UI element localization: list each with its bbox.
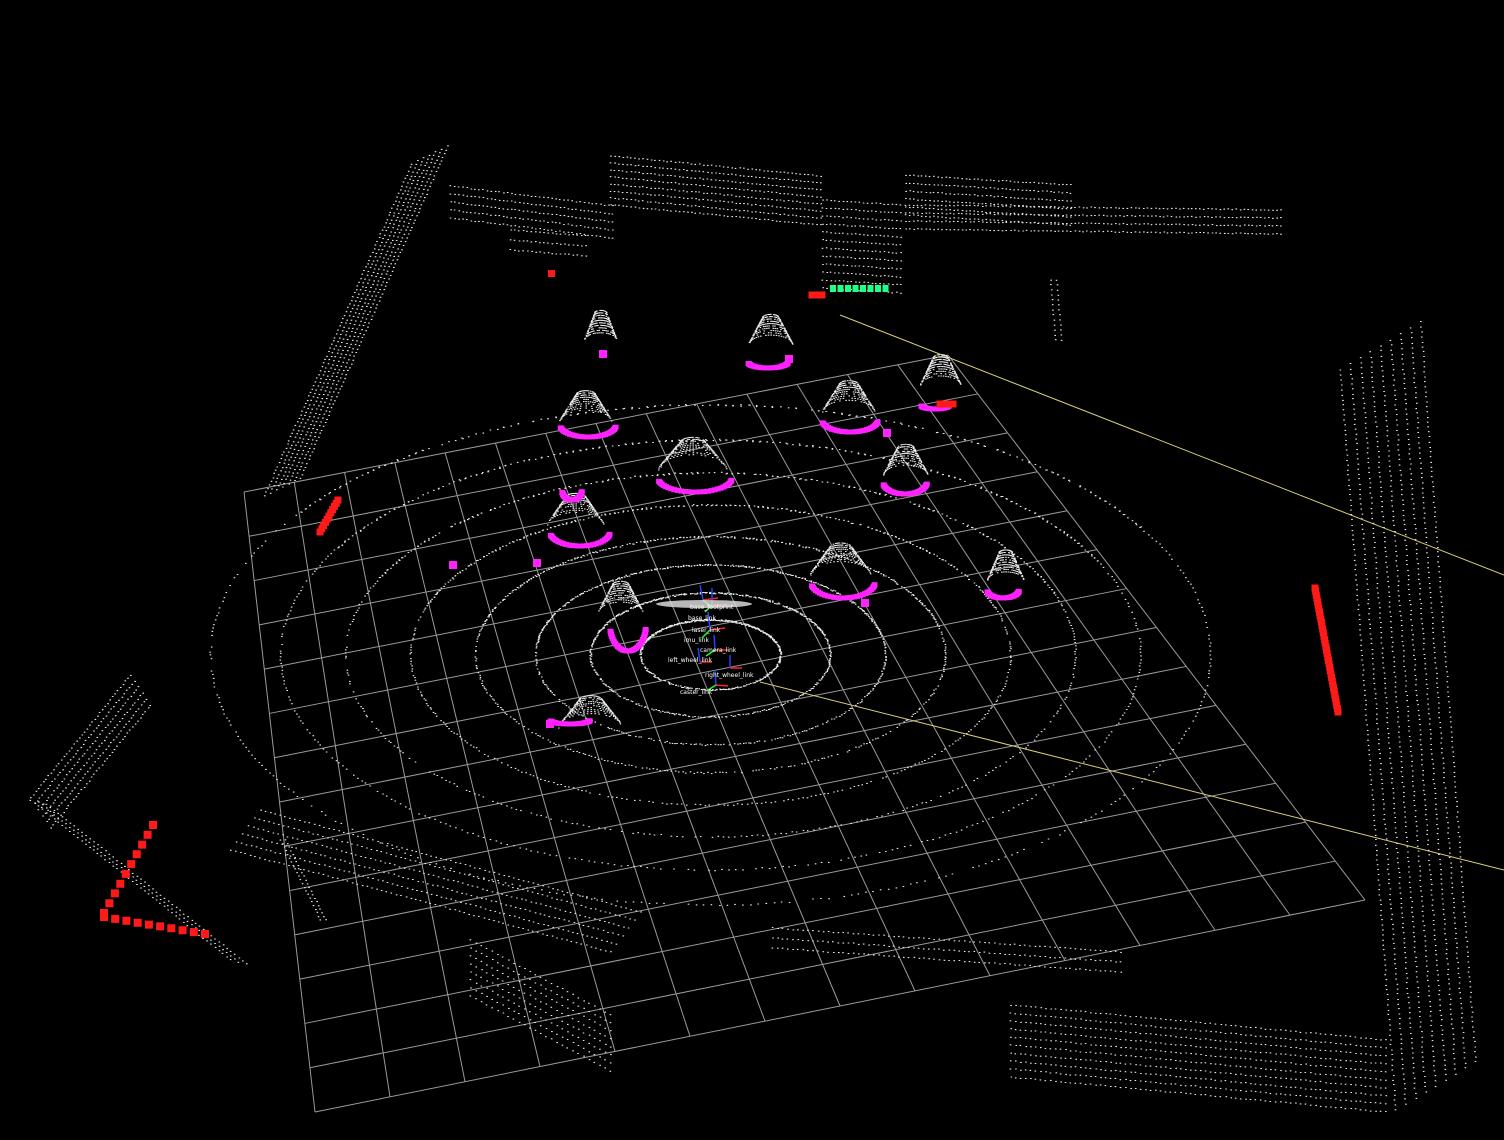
tf-axis: [715, 684, 729, 687]
grid-line: [299, 782, 1276, 980]
tf-frame-label: base_footprint: [690, 604, 734, 611]
tf-axis: [702, 597, 719, 601]
grid-line: [309, 860, 1336, 1069]
scene-canvas[interactable]: base_footprint base_link laser_link imu_lin…: [0, 0, 1504, 1140]
tf-frame-label: caster_link: [680, 689, 713, 696]
grid-line: [796, 384, 1141, 946]
grid-line: [294, 743, 1246, 936]
grid-line: [645, 413, 916, 992]
laser-scan-cloud: [29, 145, 1477, 1113]
tf-frame-label: right_wheel_link: [705, 672, 754, 679]
grid-line: [289, 704, 1217, 892]
grid-line: [314, 899, 1366, 1113]
3d-viewport[interactable]: base_footprint base_link laser_link imu_lin…: [0, 0, 1504, 1140]
grid-line: [947, 354, 1366, 901]
grid-line: [746, 393, 1066, 961]
ground-grid: [243, 354, 1366, 1113]
grid-line: [284, 665, 1187, 847]
tf-frame-label: left_wheel_link: [668, 657, 713, 664]
tf-frame-label: camera_link: [700, 647, 737, 654]
path-line: [759, 681, 1504, 871]
tf-frame-label: imu_link: [684, 637, 709, 644]
scan-points: [29, 145, 1477, 1113]
grid-line: [304, 821, 1306, 1024]
tf-frame-label: base_link: [688, 615, 716, 622]
tf-frame-label: laser_link: [692, 627, 721, 634]
